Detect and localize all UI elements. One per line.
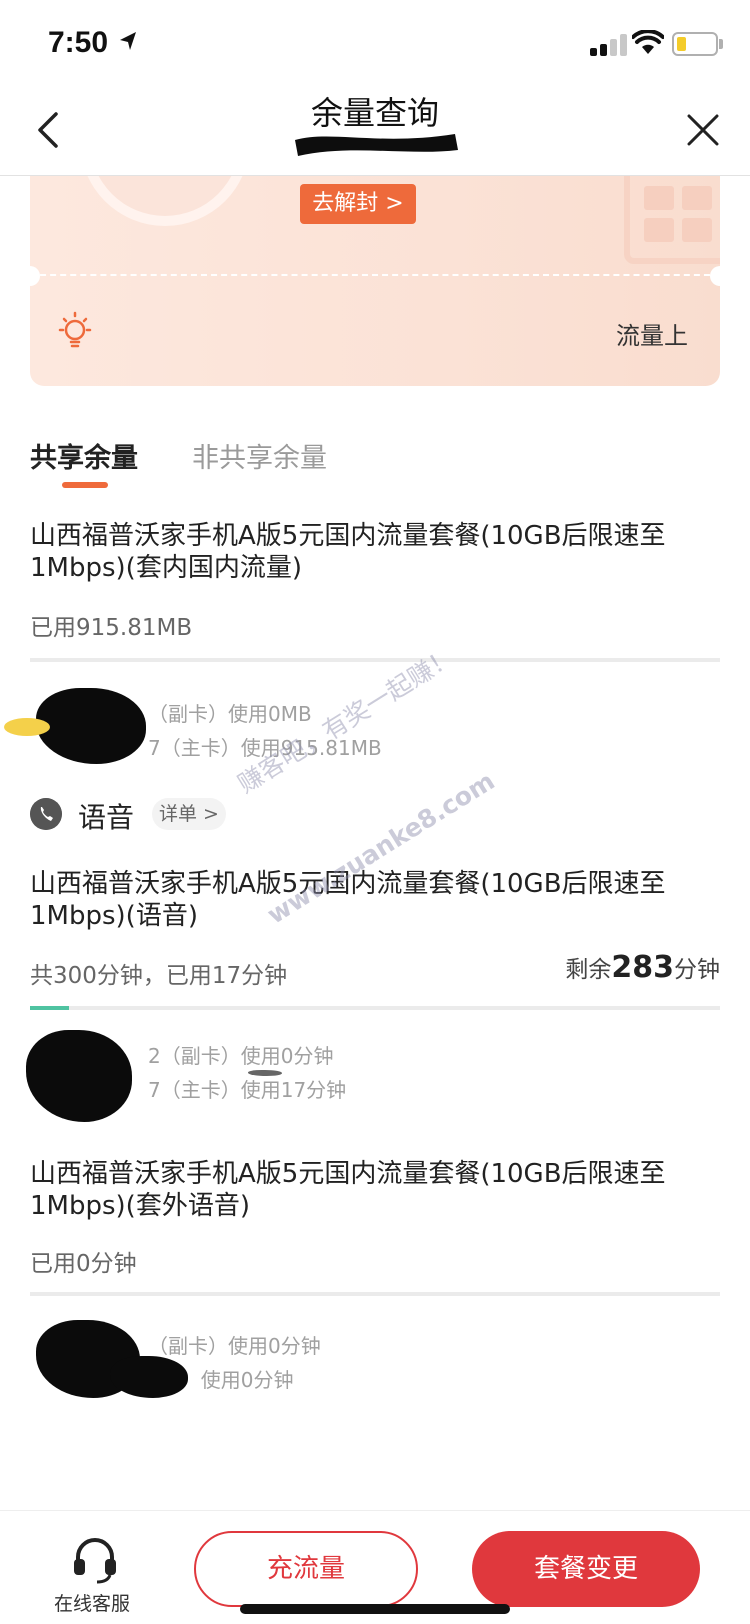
sim-card-icon xyxy=(624,176,720,264)
list-item: 2（副卡）使用0分钟 xyxy=(148,1044,334,1068)
headset-icon[interactable] xyxy=(70,1533,120,1585)
voice-remaining: 剩余283分钟 xyxy=(565,950,720,985)
voice-summary-text: 共300分钟，已用17分钟 xyxy=(30,963,288,989)
notch-right xyxy=(710,266,720,286)
status-bar: 7:50 xyxy=(0,0,750,88)
remain-value: 283 xyxy=(611,950,674,985)
tab-shared[interactable]: 共享余量 xyxy=(30,436,138,475)
redaction-smudge xyxy=(4,718,50,736)
voice-progress-fill xyxy=(30,1006,70,1010)
battery-icon xyxy=(672,32,718,56)
phone-icon xyxy=(30,798,62,830)
close-icon[interactable] xyxy=(683,110,723,150)
nav-bar: 余量查询 xyxy=(0,88,750,176)
lightbulb-icon xyxy=(58,311,92,348)
divider xyxy=(30,274,720,276)
decorative-ring xyxy=(80,176,250,226)
extra-voice-card-list: （副卡）使用0分钟 1卡）使用0分钟 xyxy=(30,1320,720,1400)
change-plan-button[interactable]: 套餐变更 xyxy=(472,1531,700,1607)
tab-indicator xyxy=(62,482,108,488)
cellular-signal-icon xyxy=(590,34,628,56)
battery-tip xyxy=(719,39,723,49)
home-indicator[interactable] xyxy=(240,1604,510,1614)
status-time: 7:50 xyxy=(48,26,109,59)
redacted-phone-number xyxy=(295,134,458,156)
remain-prefix: 剩余 xyxy=(565,957,612,983)
data-used-text: 已用915.81MB xyxy=(30,615,193,641)
balance-tabs: 共享余量 非共享余量 xyxy=(30,436,720,492)
remain-suffix: 分钟 xyxy=(674,957,720,983)
detail-button[interactable]: 详单 > xyxy=(152,798,226,830)
recharge-data-button[interactable]: 充流量 xyxy=(194,1531,418,1607)
redacted-number xyxy=(26,1030,132,1122)
online-service-label[interactable]: 在线客服 xyxy=(54,1589,130,1616)
location-arrow-icon xyxy=(120,32,136,50)
unlock-button[interactable]: 去解封 > xyxy=(300,184,416,224)
status-banner: 去解封 > 流量上 xyxy=(30,176,720,386)
extra-voice-progress-track xyxy=(30,1292,720,1296)
redaction-mark xyxy=(248,1070,282,1076)
list-item: 7（主卡）使用17分钟 xyxy=(148,1078,347,1102)
tab-non-shared[interactable]: 非共享余量 xyxy=(192,436,327,475)
wifi-icon xyxy=(632,30,664,54)
extra-voice-used-text: 已用0分钟 xyxy=(30,1251,137,1277)
voice-progress-track xyxy=(30,1006,720,1010)
voice-card-list: 2（副卡）使用0分钟 7（主卡）使用17分钟 xyxy=(26,1030,720,1122)
voice-label: 语音 xyxy=(78,801,135,834)
data-plan-title: 山西福普沃家手机A版5元国内流量套餐(10GB后限速至1Mbps)(套内国内流量… xyxy=(30,521,666,583)
notch-left xyxy=(30,266,40,286)
data-progress-track xyxy=(30,658,720,662)
traffic-alert-text: 流量上 xyxy=(616,322,688,350)
voice-section-header: 语音 详单 > xyxy=(30,798,330,838)
extra-voice-plan-title: 山西福普沃家手机A版5元国内流量套餐(10GB后限速至1Mbps)(套外语音) xyxy=(30,1159,666,1221)
